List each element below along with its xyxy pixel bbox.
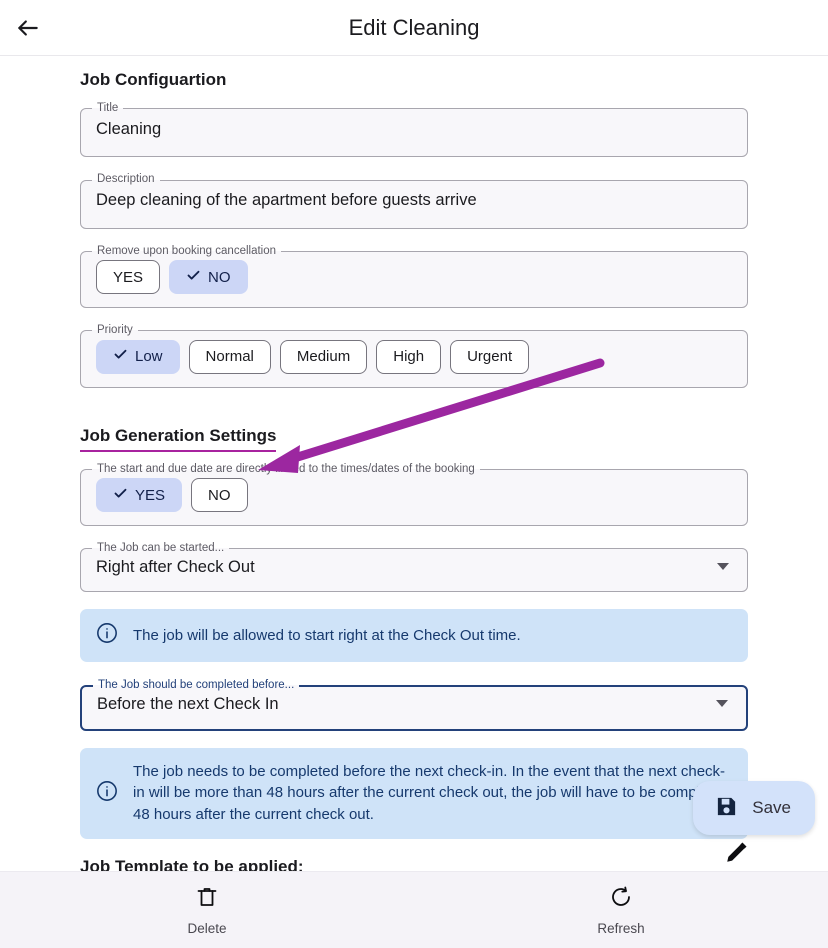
linked-dates-option-yes[interactable]: YES — [96, 478, 183, 513]
linked-dates-label: The start and due date are directly link… — [97, 462, 475, 475]
delete-button[interactable]: Delete — [0, 885, 414, 936]
priority-options: Low Normal Medium High Urgent — [81, 337, 747, 387]
description-field-label: Description — [97, 173, 155, 186]
save-floppy-icon — [715, 795, 738, 821]
linked-dates-option-no[interactable]: NO — [191, 478, 248, 513]
linked-dates-options: YES NO — [81, 475, 747, 525]
job-complete-select[interactable]: Before the next Check In — [82, 692, 746, 729]
save-button[interactable]: Save — [693, 781, 815, 835]
page-title: Edit Cleaning — [348, 14, 480, 40]
section-heading-job-template: Job Template to be applied: — [80, 856, 304, 871]
remove-on-cancel-option-yes[interactable]: YES — [96, 260, 161, 295]
remove-on-cancel-field: Remove upon booking cancellation YES NO — [80, 244, 748, 309]
remove-on-cancel-option-no[interactable]: NO — [169, 260, 248, 295]
job-start-info-banner: The job will be allowed to start right a… — [80, 609, 748, 663]
priority-label: Priority — [97, 324, 133, 337]
job-start-select-value: Right after Check Out — [96, 557, 255, 576]
job-start-select-field[interactable]: The Job can be started... Right after Ch… — [80, 542, 748, 593]
description-input[interactable]: Deep cleaning of the apartment before gu… — [96, 189, 732, 211]
section-heading-job-configuration: Job Configuartion — [80, 70, 227, 89]
job-complete-info-banner: The job needs to be completed before the… — [80, 747, 748, 839]
job-start-select-label: The Job can be started... — [97, 542, 225, 555]
job-complete-select-field[interactable]: The Job should be completed before... Be… — [80, 679, 748, 731]
chevron-down-icon[interactable] — [716, 700, 728, 708]
refresh-button-label: Refresh — [597, 920, 645, 936]
title-input[interactable]: Cleaning — [96, 118, 732, 140]
priority-option-low[interactable]: Low — [96, 339, 180, 374]
priority-option-medium[interactable]: Medium — [279, 339, 368, 374]
section-heading-job-generation-settings: Job Generation Settings — [80, 426, 277, 452]
save-button-label: Save — [752, 798, 791, 817]
refresh-icon — [609, 885, 633, 914]
form-content: Job Configuartion Title Cleaning Descrip… — [0, 56, 828, 871]
linked-dates-option-no-label: NO — [208, 486, 231, 504]
priority-field: Priority Low Normal Medium High Urgent — [80, 325, 748, 388]
back-button[interactable] — [0, 0, 56, 56]
app-bar: Edit Cleaning — [0, 0, 828, 56]
priority-option-urgent-label: Urgent — [467, 348, 513, 366]
trash-delete-icon — [195, 885, 219, 914]
info-icon — [96, 622, 118, 649]
job-start-info-text: The job will be allowed to start right a… — [133, 627, 521, 645]
check-icon — [113, 486, 128, 505]
remove-on-cancel-option-no-label: NO — [208, 268, 231, 286]
title-field-label: Title — [97, 102, 119, 114]
info-icon — [96, 780, 118, 807]
remove-on-cancel-option-yes-label: YES — [113, 268, 144, 286]
refresh-button[interactable]: Refresh — [414, 885, 828, 936]
bottom-navigation-bar: Delete Refresh — [0, 871, 828, 948]
job-complete-info-text: The job needs to be completed before the… — [133, 762, 730, 824]
priority-option-urgent[interactable]: Urgent — [450, 339, 530, 374]
arrow-left-icon — [15, 15, 41, 41]
priority-option-medium-label: Medium — [296, 348, 351, 366]
priority-option-high-label: High — [393, 348, 425, 366]
remove-on-cancel-label: Remove upon booking cancellation — [97, 244, 277, 257]
description-field[interactable]: Description Deep cleaning of the apartme… — [80, 173, 748, 229]
job-complete-select-label: The Job should be completed before... — [98, 679, 295, 692]
title-field[interactable]: Title Cleaning — [80, 102, 748, 158]
delete-button-label: Delete — [187, 920, 227, 936]
priority-option-low-label: Low — [135, 348, 163, 366]
priority-option-normal[interactable]: Normal — [188, 339, 271, 374]
priority-option-normal-label: Normal — [205, 348, 254, 366]
linked-dates-field: The start and due date are directly link… — [80, 462, 748, 527]
priority-option-high[interactable]: High — [376, 339, 442, 374]
chevron-down-icon[interactable] — [717, 562, 729, 570]
job-start-select[interactable]: Right after Check Out — [81, 555, 747, 592]
check-icon — [113, 347, 128, 366]
remove-on-cancel-options: YES NO — [81, 257, 747, 307]
check-icon — [186, 268, 201, 287]
linked-dates-option-yes-label: YES — [135, 486, 166, 504]
job-complete-select-value: Before the next Check In — [97, 694, 279, 713]
